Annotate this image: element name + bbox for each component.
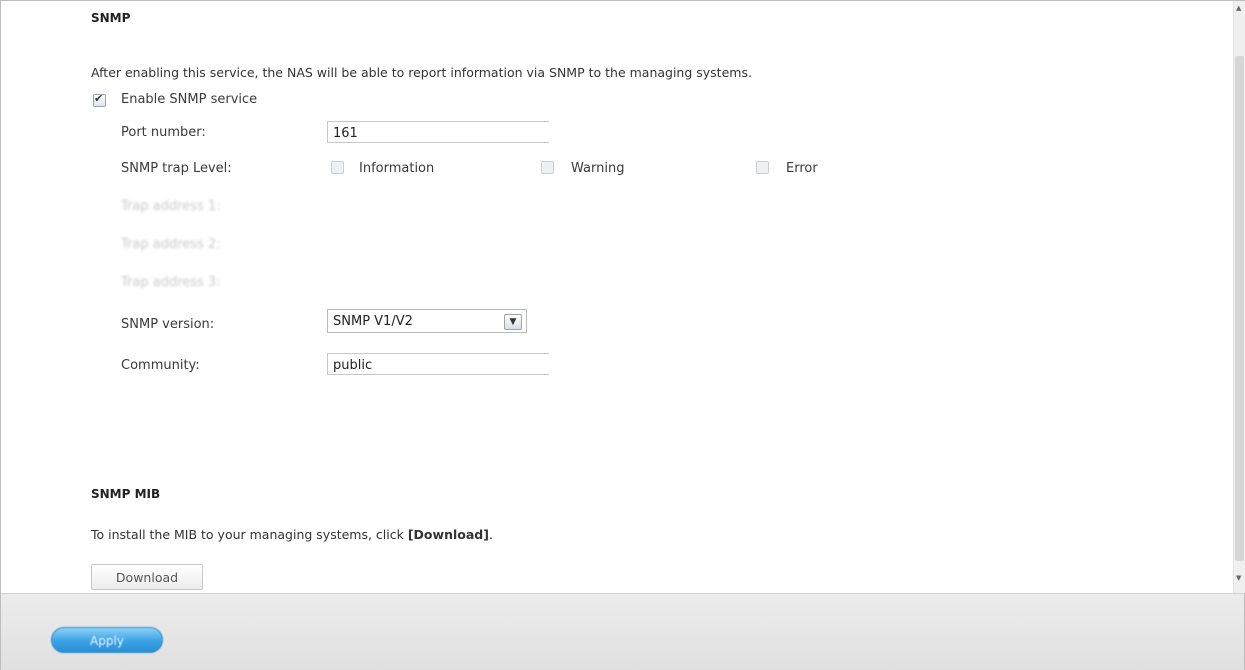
enable-snmp-label: Enable SNMP service (121, 92, 258, 107)
community-input[interactable] (327, 353, 549, 375)
snmp-mib-title: SNMP MIB (91, 487, 161, 501)
snmp-section-title: SNMP (91, 11, 131, 25)
trap-level-label: SNMP trap Level: (121, 161, 232, 176)
snmp-version-label: SNMP version: (121, 317, 215, 332)
chevron-down-icon[interactable]: ▼ (504, 314, 522, 330)
scroll-down-icon[interactable]: ▼ (1236, 574, 1241, 582)
download-button[interactable]: Download (91, 564, 203, 590)
snmp-description: After enabling this service, the NAS wil… (91, 65, 752, 80)
trap-information-checkbox[interactable] (331, 161, 344, 174)
trap-error-label: Error (786, 161, 818, 176)
settings-content: SNMP After enabling this service, the NA… (1, 1, 1233, 593)
port-number-label: Port number: (121, 125, 206, 140)
mib-download-reference: [Download] (407, 527, 489, 542)
trap-information-label: Information (359, 161, 435, 176)
trap-address-1-label: Trap address 1: (121, 199, 221, 214)
enable-snmp-checkbox[interactable] (93, 92, 106, 107)
footer-bar: Apply (1, 593, 1244, 670)
apply-button[interactable]: Apply (51, 627, 163, 653)
community-label: Community: (121, 358, 200, 373)
scroll-up-icon[interactable]: ▲ (1236, 4, 1241, 12)
trap-address-3-label: Trap address 3: (121, 275, 221, 290)
trap-warning-checkbox[interactable] (541, 161, 554, 174)
vertical-scrollbar[interactable]: ▲ ▼ (1233, 1, 1245, 593)
trap-warning-label: Warning (571, 161, 625, 176)
scroll-thumb[interactable] (1235, 56, 1244, 561)
snmp-version-value: SNMP V1/V2 (333, 314, 413, 329)
port-number-input[interactable] (327, 121, 549, 143)
snmp-version-select[interactable]: SNMP V1/V2 ▼ (327, 309, 527, 333)
snmp-settings-window: SNMP After enabling this service, the NA… (0, 0, 1245, 670)
mib-instruction-text: To install the MIB to your managing syst… (91, 527, 408, 542)
trap-error-checkbox[interactable] (756, 161, 769, 174)
trap-address-2-label: Trap address 2: (121, 237, 221, 252)
mib-instruction: To install the MIB to your managing syst… (91, 527, 493, 542)
mib-instruction-end: . (488, 527, 493, 542)
